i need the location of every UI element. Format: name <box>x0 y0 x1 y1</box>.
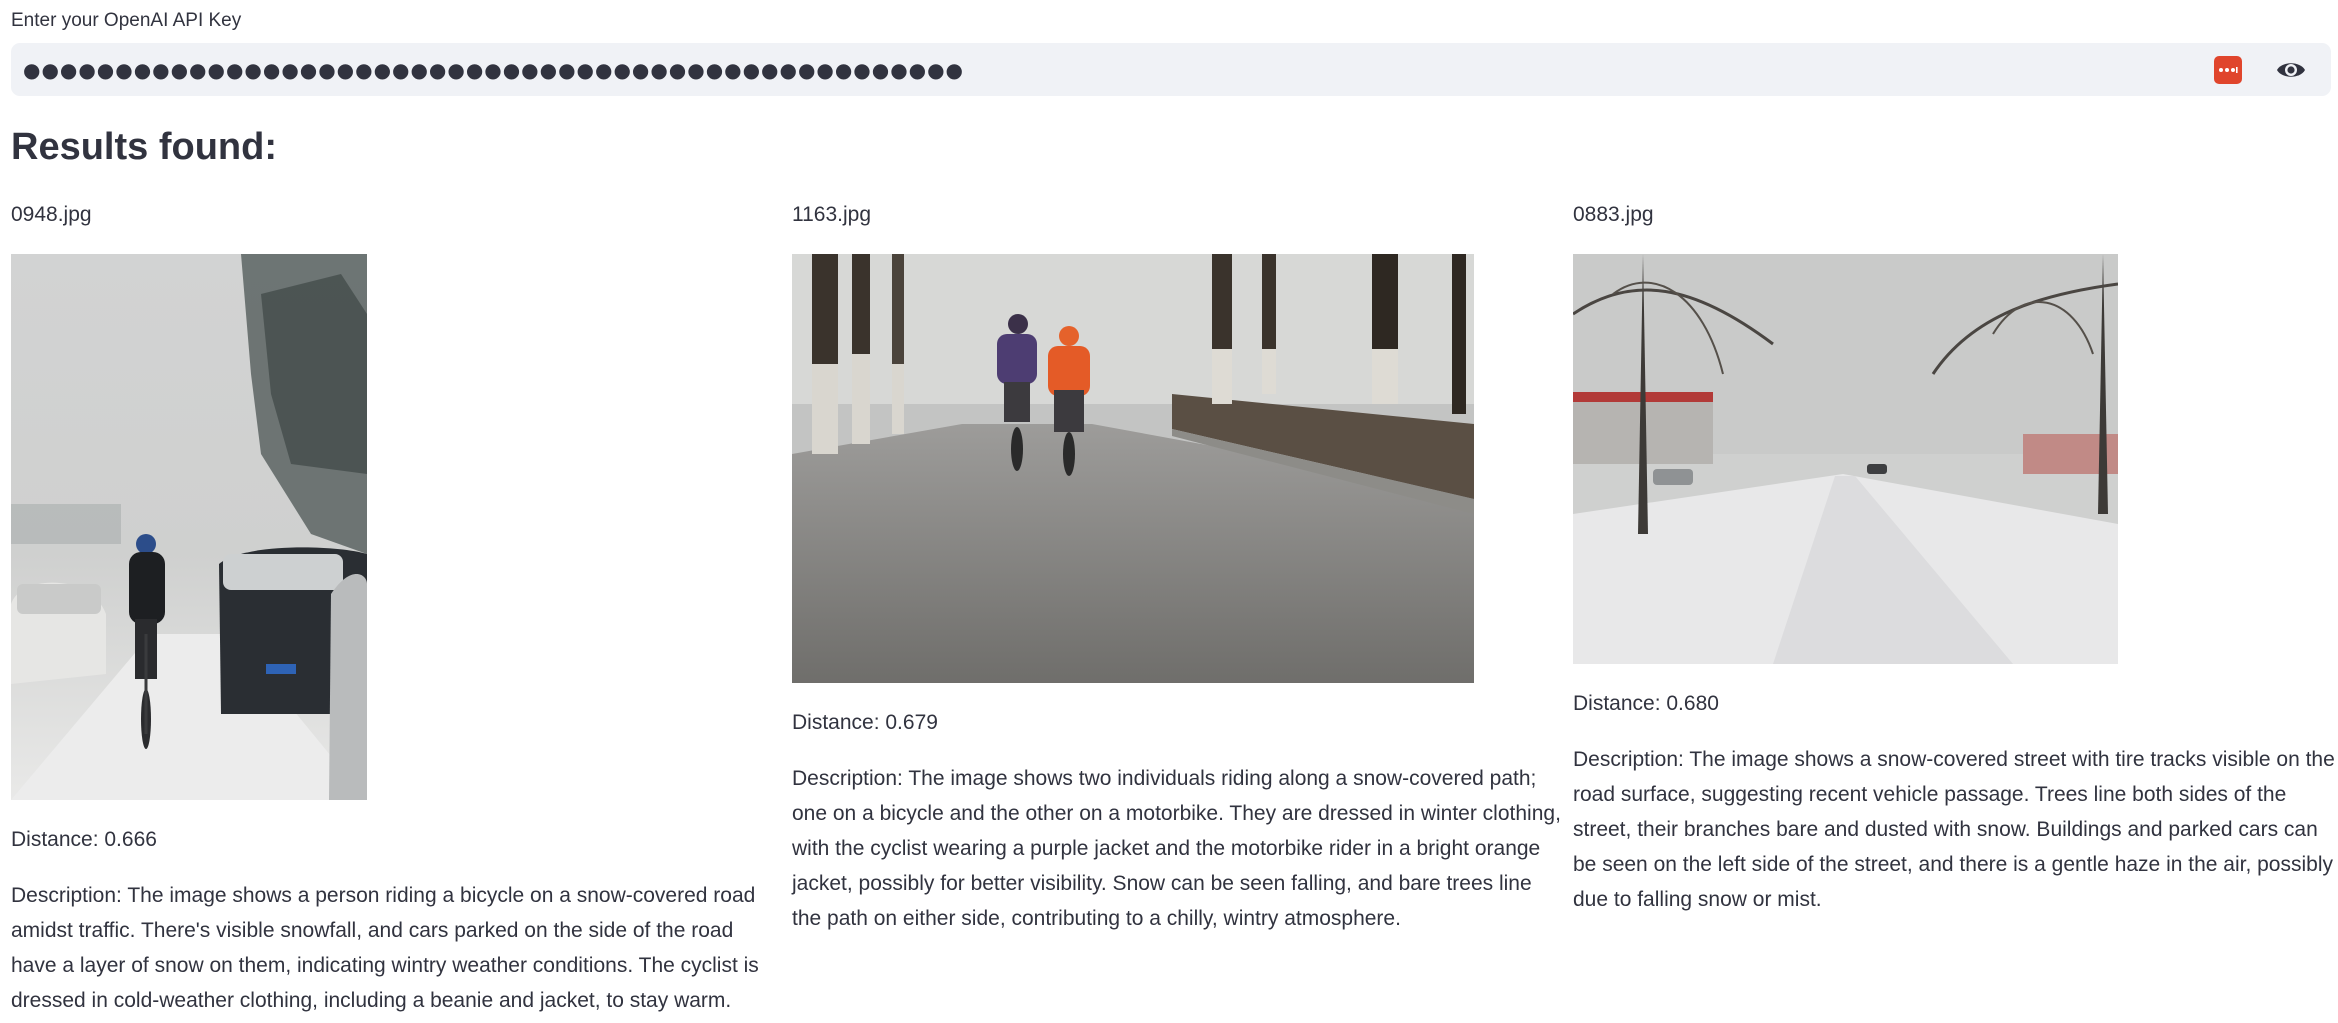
show-password-eye-icon[interactable] <box>2273 54 2309 86</box>
api-key-label: Enter your OpenAI API Key <box>11 10 242 31</box>
result-distance: Distance: 0.679 <box>792 711 938 734</box>
result-image-cyclist-snow-road <box>11 254 367 800</box>
api-key-field[interactable] <box>11 43 2331 96</box>
results-heading: Results found: <box>11 126 277 168</box>
result-description: Description: The image shows two individ… <box>792 767 1561 930</box>
result-filename: 0948.jpg <box>11 203 92 226</box>
result-distance: Distance: 0.666 <box>11 828 157 851</box>
result-card: 1163.jpg Distance: 0.679 Description: Th… <box>792 200 1562 936</box>
result-card: 0883.jpg Distance: 0.680 Description: Th… <box>1573 200 2338 917</box>
result-card: 0948.jpg Distance: 0.666 Description: Th… <box>11 200 781 1018</box>
result-description: Description: The image shows a snow-cove… <box>1573 748 2335 911</box>
password-manager-icon[interactable] <box>2214 56 2242 84</box>
result-distance: Distance: 0.680 <box>1573 692 1719 715</box>
result-image-two-riders-snow-path <box>792 254 1474 683</box>
result-image-snowy-street <box>1573 254 2118 664</box>
result-filename: 0883.jpg <box>1573 203 1654 226</box>
result-filename: 1163.jpg <box>792 203 872 226</box>
api-key-input[interactable] <box>11 43 2191 96</box>
result-description: Description: The image shows a person ri… <box>11 884 759 1012</box>
